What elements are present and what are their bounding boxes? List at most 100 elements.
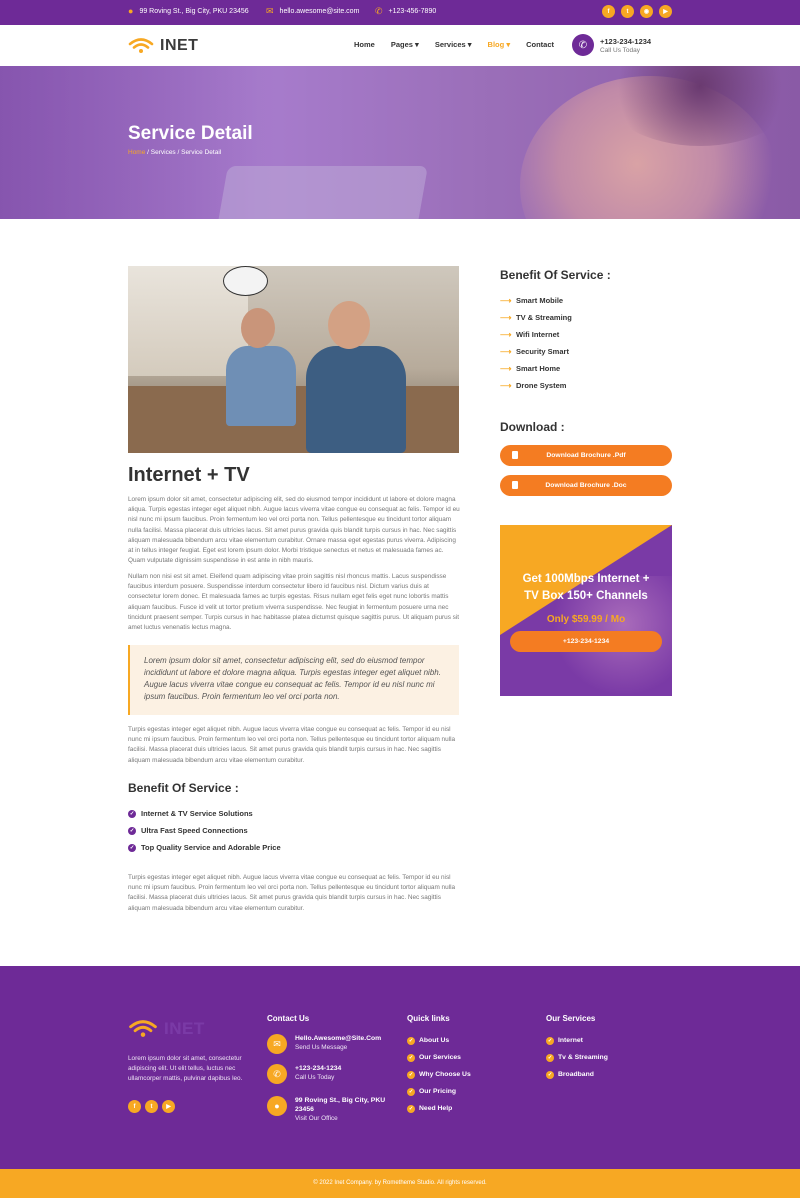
check-icon: ✓ [407,1036,415,1045]
phone-icon: ✆ [375,6,383,16]
footer-logo[interactable]: INET [128,1019,205,1039]
topbar-phone[interactable]: ✆ +123-456-7890 [375,6,436,16]
footer-link-broadband[interactable]: ✓ Broadband [546,1066,608,1083]
footer-link-help[interactable]: ✓ Need Help [407,1100,471,1117]
sidebar-item-wifi-internet[interactable]: ⟶ Wifi Internet [500,326,572,343]
benefit-list: ✓ Internet & TV Service Solutions ✓ Ultra … [128,805,281,856]
service-image [128,266,459,453]
list-item: ✓ Ultra Fast Speed Connections [128,826,248,835]
promo-headline-1: Get 100Mbps Internet + [522,573,650,585]
copyright-bar: © 2022 Inet Company. by Rometheme Studio… [0,1169,800,1198]
download-title: Download : [500,420,565,434]
footer-link-about[interactable]: ✓ About Us [407,1032,471,1049]
map-pin-icon: ● [128,6,134,16]
footer-service-links: ✓ Internet ✓ Tv & Streaming ✓ Broadband [546,1032,608,1083]
footer-link-internet[interactable]: ✓ Internet [546,1032,608,1049]
benefit-title: Benefit Of Service : [128,781,239,795]
top-bar: ● 99 Roving St., Big City, PKU 23456 ✉ h… [0,0,800,25]
topbar-email[interactable]: ✉ hello.awesome@site.com [266,6,359,16]
arrow-right-icon: ⟶ [500,364,512,373]
main-menu: Home Pages ▾ Services ▾ Blog ▾ Contact [354,40,554,49]
content-paragraph-2: Nullam non nisi est sit amet. Eleifend q… [128,573,460,632]
map-pin-icon: ● [267,1096,287,1116]
arrow-right-icon: ⟶ [500,313,512,322]
facebook-icon[interactable]: f [602,5,615,18]
footer-socials: f t ▶ [128,1100,175,1113]
check-icon: ✓ [407,1087,415,1096]
service-title: Internet + TV [128,464,250,486]
download-doc-button[interactable]: Download Brochure .Doc [500,475,672,496]
youtube-icon[interactable]: ▶ [162,1100,175,1113]
facebook-icon[interactable]: f [128,1100,141,1113]
sidebar-service-list: ⟶ Smart Mobile ⟶ TV & Streaming ⟶ Wifi Inte… [500,292,572,394]
arrow-right-icon: ⟶ [500,381,512,390]
footer-contact-phone[interactable]: ✆ +123-234-1234 Call Us Today [267,1064,341,1084]
footer-contact-address[interactable]: ● 99 Roving St., Big City, PKU 23456 Visi… [267,1096,390,1124]
sidebar-item-tv-streaming[interactable]: ⟶ TV & Streaming [500,309,572,326]
content-paragraph-4: Turpis egestas integer eget aliquet nibh… [128,874,456,912]
promo-price: Only $59.99 / Mo [546,614,626,625]
footer-description: Lorem ipsum dolor sit amet, consectetur … [128,1055,243,1082]
twitter-icon[interactable]: t [621,5,634,18]
chevron-down-icon: ▾ [467,40,472,49]
youtube-icon[interactable]: ▶ [659,5,672,18]
arrow-right-icon: ⟶ [500,330,512,339]
menu-pages[interactable]: Pages ▾ [391,40,419,49]
footer-link-services[interactable]: ✓ Our Services [407,1049,471,1066]
document-icon [512,451,518,459]
blockquote: Lorem ipsum dolor sit amet, consectetur … [128,645,459,715]
menu-blog[interactable]: Blog ▾ [488,40,511,49]
sidebar-item-drone-system[interactable]: ⟶ Drone System [500,377,572,394]
nav-call-number: +123-234-1234 [600,36,652,46]
chevron-down-icon: ▾ [506,40,511,49]
topbar-address: ● 99 Roving St., Big City, PKU 23456 [128,6,249,16]
download-pdf-button[interactable]: Download Brochure .Pdf [500,445,672,466]
sidebar-benefit-title: Benefit Of Service : [500,268,611,282]
topbar-socials: f t ◉ ▶ [602,5,672,18]
check-icon: ✓ [128,826,136,835]
chevron-down-icon: ▾ [415,40,419,49]
main-navbar: INET Home Pages ▾ Services ▾ Blog ▾ Cont… [0,25,800,66]
check-icon: ✓ [407,1104,415,1113]
footer-link-why[interactable]: ✓ Why Choose Us [407,1066,471,1083]
instagram-icon[interactable]: ◉ [640,5,653,18]
check-icon: ✓ [407,1053,415,1062]
breadcrumb-rest: / Services / Service Detail [145,149,222,156]
footer-contact-email[interactable]: ✉ Hello.Awesome@Site.Com Send Us Message [267,1034,381,1054]
phone-icon: ✆ [267,1064,287,1084]
menu-services[interactable]: Services ▾ [435,40,472,49]
footer-services-title: Our Services [546,1014,596,1023]
list-item: ✓ Internet & TV Service Solutions [128,809,253,818]
footer-contact-title: Contact Us [267,1014,310,1023]
footer-link-pricing[interactable]: ✓ Our Pricing [407,1083,471,1100]
footer-link-tv[interactable]: ✓ Tv & Streaming [546,1049,608,1066]
menu-home[interactable]: Home [354,40,375,49]
promo-headline-2: TV Box 150+ Channels [524,590,648,602]
sidebar-item-smart-mobile[interactable]: ⟶ Smart Mobile [500,292,572,309]
nav-call-block[interactable]: ✆ +123-234-1234 Call Us Today [572,34,651,56]
sidebar-item-security-smart[interactable]: ⟶ Security Smart [500,343,572,360]
footer-quick-title: Quick links [407,1014,450,1023]
breadcrumb: Home / Services / Service Detail [128,149,221,156]
breadcrumb-home[interactable]: Home [128,149,145,156]
site-logo[interactable]: INET [128,37,198,55]
wifi-logo-icon [129,1020,157,1037]
phone-icon: ✆ [572,34,594,56]
arrow-right-icon: ⟶ [500,296,512,305]
page-hero [0,66,800,219]
menu-contact[interactable]: Contact [526,40,554,49]
page-title: Service Detail [128,123,253,144]
content-paragraph-1: Lorem ipsum dolor sit amet, consectetur … [128,496,460,565]
promo-banner: Get 100Mbps Internet + TV Box 150+ Chann… [500,525,672,696]
check-icon: ✓ [407,1070,415,1079]
check-icon: ✓ [546,1036,554,1045]
content-paragraph-3: Turpis egestas integer eget aliquet nibh… [128,726,456,764]
footer: INET Lorem ipsum dolor sit amet, consect… [0,966,800,1169]
mail-icon: ✉ [266,6,274,16]
sidebar-item-smart-home[interactable]: ⟶ Smart Home [500,360,572,377]
twitter-icon[interactable]: t [145,1100,158,1113]
arrow-right-icon: ⟶ [500,347,512,356]
check-icon: ✓ [128,809,136,818]
nav-call-sub: Call Us Today [600,46,640,54]
promo-call-button[interactable]: +123-234-1234 [510,631,662,652]
